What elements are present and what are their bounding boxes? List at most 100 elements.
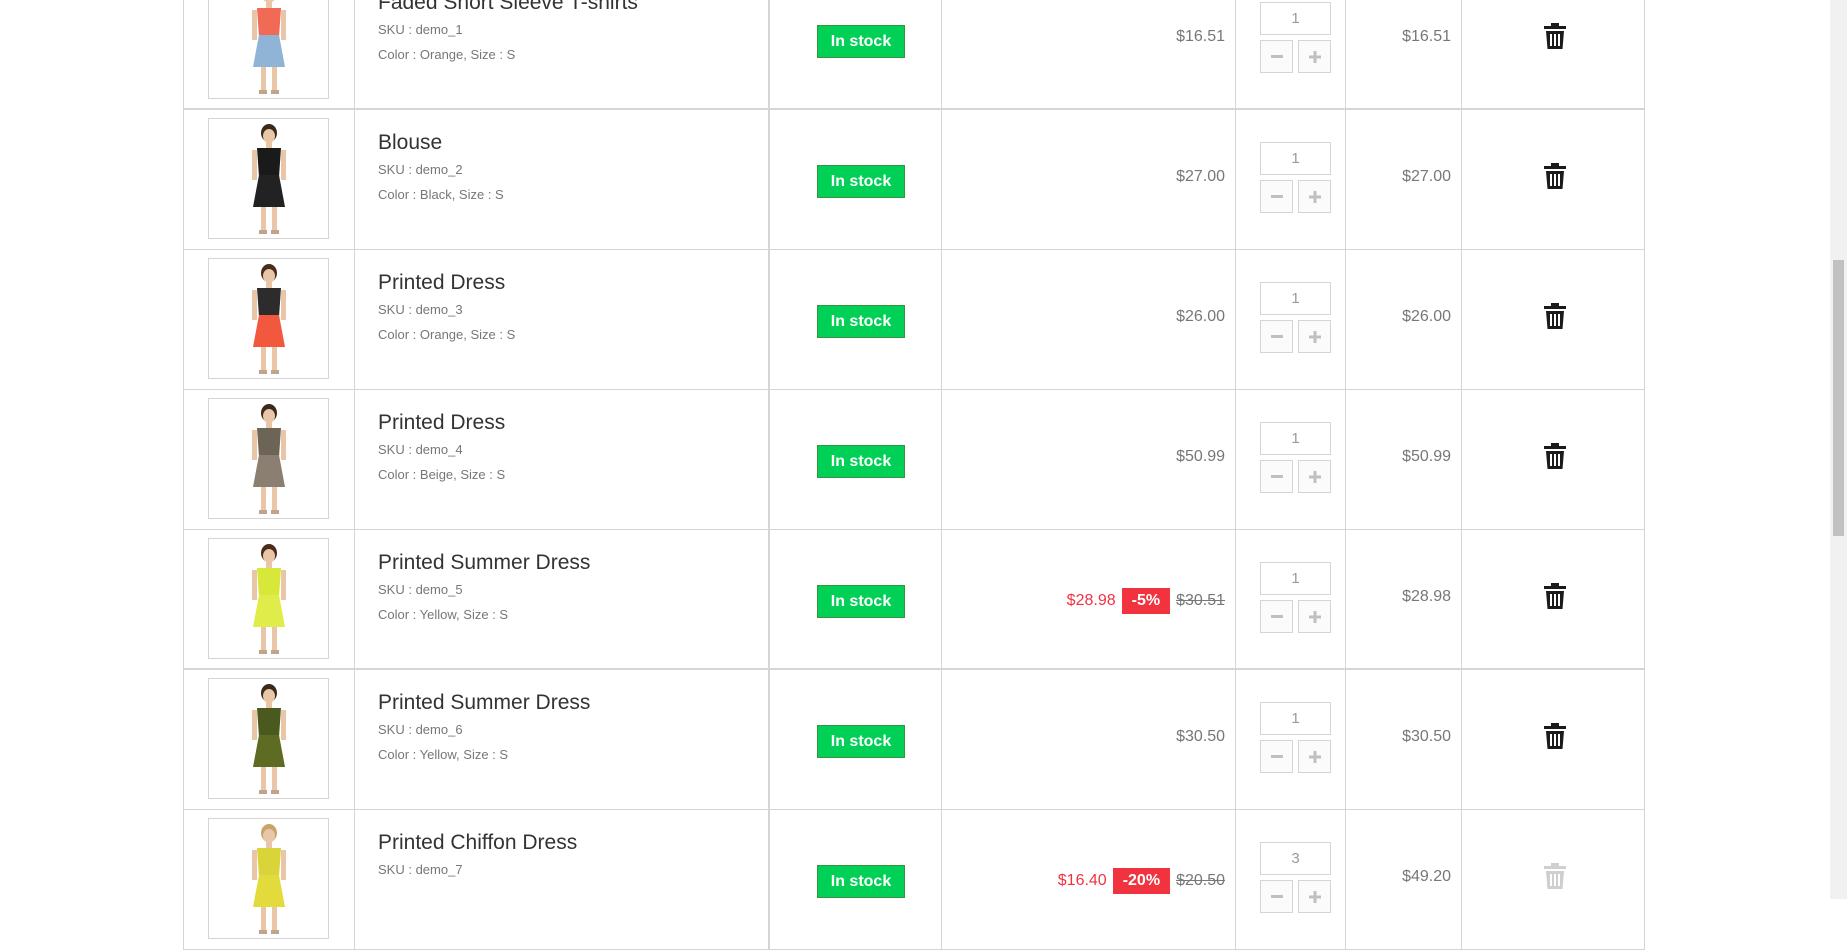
quantity-increase-button[interactable] — [1298, 320, 1331, 353]
delete-item-button[interactable] — [1542, 162, 1568, 192]
quantity-input[interactable] — [1260, 282, 1331, 315]
product-model-image — [209, 539, 328, 658]
product-image-cell — [184, 670, 355, 809]
minus-icon — [1270, 754, 1283, 758]
cart-row: Faded Short Sleeve T-shirts SKU : demo_1… — [183, 0, 1645, 110]
delete-item-button[interactable] — [1542, 722, 1568, 754]
product-attributes[interactable]: Color : Orange, Size : S — [378, 327, 515, 342]
plus-icon — [1308, 50, 1321, 63]
quantity-increase-button[interactable] — [1298, 180, 1331, 213]
quantity-decrease-button[interactable] — [1260, 320, 1293, 353]
product-thumbnail[interactable] — [208, 678, 329, 799]
quantity-decrease-button[interactable] — [1260, 460, 1293, 493]
unit-price: $27.00 — [1176, 168, 1225, 185]
product-model-image — [209, 259, 328, 378]
product-thumbnail[interactable] — [208, 118, 329, 239]
delete-item-button[interactable] — [1542, 302, 1568, 334]
unit-price-cell: $30.50 — [942, 670, 1236, 809]
product-name-link[interactable]: Printed Chiffon Dress — [378, 831, 577, 855]
old-price: $20.50 — [1176, 872, 1225, 889]
product-attributes[interactable]: Color : Yellow, Size : S — [378, 607, 508, 622]
product-name-link[interactable]: Faded Short Sleeve T-shirts — [378, 0, 638, 15]
product-thumbnail[interactable] — [208, 258, 329, 379]
delete-item-button[interactable] — [1542, 442, 1568, 472]
plus-icon — [1308, 190, 1321, 203]
product-description-cell: Printed Dress SKU : demo_3 Color : Orang… — [355, 250, 770, 389]
line-total-cell: $26.00 — [1346, 250, 1462, 389]
special-price: $16.40 — [1057, 872, 1107, 889]
discount-badge: -5% — [1121, 588, 1171, 614]
trash-icon — [1544, 582, 1566, 614]
delete-cell — [1462, 530, 1644, 668]
trash-icon — [1544, 302, 1566, 334]
line-total: $16.51 — [1402, 28, 1451, 45]
in-stock-badge: In stock — [817, 585, 905, 618]
unit-price: $16.51 — [1176, 28, 1225, 45]
quantity-increase-button[interactable] — [1298, 600, 1331, 633]
quantity-cell — [1236, 810, 1346, 949]
product-thumbnail[interactable] — [208, 538, 329, 659]
in-stock-badge: In stock — [817, 865, 905, 898]
quantity-cell — [1236, 530, 1346, 668]
quantity-input[interactable] — [1260, 142, 1331, 175]
quantity-input[interactable] — [1260, 842, 1331, 875]
delete-item-button[interactable] — [1542, 22, 1568, 52]
trash-icon — [1544, 862, 1566, 894]
line-total: $28.98 — [1402, 588, 1451, 605]
quantity-input[interactable] — [1260, 562, 1331, 595]
quantity-decrease-button[interactable] — [1260, 40, 1293, 73]
cart-row: Printed Dress SKU : demo_3 Color : Orang… — [183, 250, 1645, 390]
product-thumbnail[interactable] — [208, 0, 329, 99]
quantity-cell — [1236, 0, 1346, 108]
delete-cell — [1462, 670, 1644, 809]
plus-icon — [1308, 750, 1321, 763]
unit-price-cell: $26.00 — [942, 250, 1236, 389]
in-stock-badge: In stock — [817, 725, 905, 758]
product-name-link[interactable]: Printed Dress — [378, 271, 505, 295]
scrollbar-thumb[interactable] — [1833, 260, 1844, 536]
quantity-increase-button[interactable] — [1298, 740, 1331, 773]
product-description-cell: Printed Summer Dress SKU : demo_6 Color … — [355, 670, 770, 809]
unit-price-cell: $16.51 — [942, 0, 1236, 108]
quantity-decrease-button[interactable] — [1260, 600, 1293, 633]
delete-item-button[interactable] — [1542, 862, 1568, 894]
quantity-increase-button[interactable] — [1298, 460, 1331, 493]
product-thumbnail[interactable] — [208, 398, 329, 519]
quantity-input[interactable] — [1260, 702, 1331, 735]
product-attributes[interactable]: Color : Beige, Size : S — [378, 467, 505, 482]
quantity-decrease-button[interactable] — [1260, 180, 1293, 213]
availability-cell: In stock — [770, 390, 942, 529]
product-image-cell — [184, 810, 355, 949]
delete-cell — [1462, 810, 1644, 949]
product-thumbnail[interactable] — [208, 818, 329, 939]
unit-price-cell: $27.00 — [942, 110, 1236, 249]
quantity-cell — [1236, 670, 1346, 809]
availability-cell: In stock — [770, 810, 942, 949]
quantity-input[interactable] — [1260, 2, 1331, 35]
price-group: $16.51 — [1176, 28, 1225, 46]
quantity-cell — [1236, 250, 1346, 389]
product-attributes[interactable]: Color : Black, Size : S — [378, 187, 504, 202]
delete-item-button[interactable] — [1542, 582, 1568, 614]
quantity-decrease-button[interactable] — [1260, 880, 1293, 913]
trash-icon — [1544, 722, 1566, 754]
product-name-link[interactable]: Printed Dress — [378, 411, 505, 435]
cart-row: Printed Dress SKU : demo_4 Color : Beige… — [183, 390, 1645, 530]
product-name-link[interactable]: Printed Summer Dress — [378, 551, 590, 575]
product-model-image — [209, 819, 328, 938]
product-attributes[interactable]: Color : Orange, Size : S — [378, 47, 515, 62]
quantity-decrease-button[interactable] — [1260, 740, 1293, 773]
unit-price: $50.99 — [1176, 448, 1225, 465]
product-image-cell — [184, 110, 355, 249]
quantity-increase-button[interactable] — [1298, 880, 1331, 913]
product-sku: SKU : demo_5 — [378, 582, 463, 597]
product-model-image — [209, 399, 328, 518]
product-name-link[interactable]: Printed Summer Dress — [378, 691, 590, 715]
cart-table: Faded Short Sleeve T-shirts SKU : demo_1… — [183, 0, 1645, 950]
page-scrollbar[interactable] — [1830, 0, 1847, 899]
product-description-cell: Blouse SKU : demo_2 Color : Black, Size … — [355, 110, 770, 249]
quantity-increase-button[interactable] — [1298, 40, 1331, 73]
product-attributes[interactable]: Color : Yellow, Size : S — [378, 747, 508, 762]
product-name-link[interactable]: Blouse — [378, 131, 442, 155]
quantity-input[interactable] — [1260, 422, 1331, 455]
